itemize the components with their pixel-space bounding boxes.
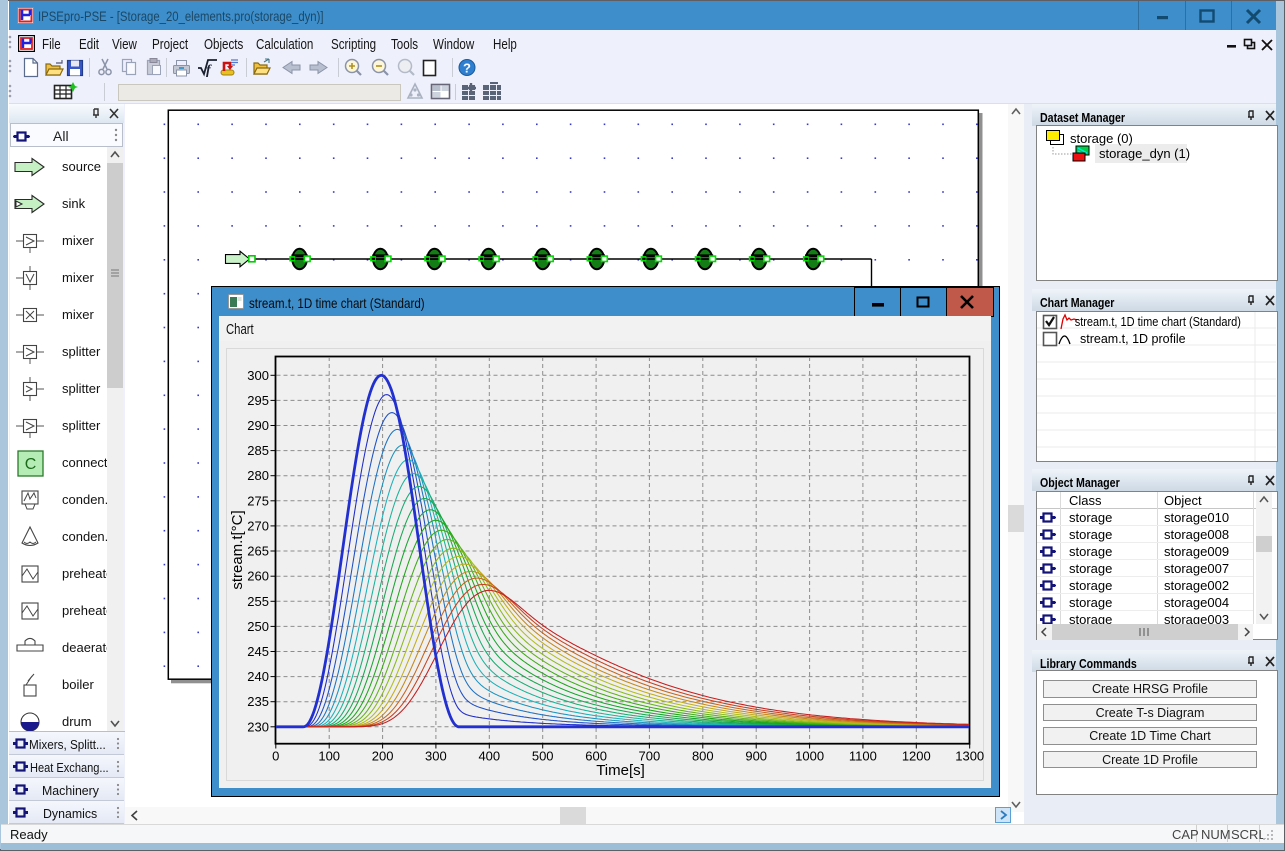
svg-text:245: 245 xyxy=(247,644,269,659)
svg-text:1300: 1300 xyxy=(955,749,984,764)
svg-text:285: 285 xyxy=(247,443,269,458)
svg-text:stream.t, 1D profile: stream.t, 1D profile xyxy=(1080,332,1186,346)
svg-text:storage_dyn (1): storage_dyn (1) xyxy=(1099,146,1190,161)
svg-text:200: 200 xyxy=(372,749,394,764)
svg-text:0: 0 xyxy=(272,749,279,764)
svg-text:300: 300 xyxy=(425,749,447,764)
svg-text:230: 230 xyxy=(247,719,269,734)
svg-text:235: 235 xyxy=(247,694,269,709)
svg-text:900: 900 xyxy=(745,749,767,764)
svg-text:500: 500 xyxy=(532,749,554,764)
svg-text:300: 300 xyxy=(247,368,269,383)
svg-text:270: 270 xyxy=(247,518,269,533)
svg-text:260: 260 xyxy=(247,569,269,584)
svg-text:295: 295 xyxy=(247,393,269,408)
svg-text:400: 400 xyxy=(478,749,500,764)
svg-text:?: ? xyxy=(463,61,471,76)
svg-text:275: 275 xyxy=(247,493,269,508)
svg-text:100: 100 xyxy=(318,749,340,764)
svg-text:f: f xyxy=(206,63,212,78)
svg-text:1000: 1000 xyxy=(795,749,824,764)
svg-text:1100: 1100 xyxy=(849,749,877,764)
svg-text:240: 240 xyxy=(247,669,269,684)
svg-text:1200: 1200 xyxy=(902,749,931,764)
svg-text:storage (0): storage (0) xyxy=(1070,131,1133,146)
svg-text:280: 280 xyxy=(247,468,269,483)
svg-text:250: 250 xyxy=(247,619,269,634)
svg-text:stream.t[°C]: stream.t[°C] xyxy=(229,510,246,589)
svg-text:800: 800 xyxy=(692,749,714,764)
svg-text:265: 265 xyxy=(247,544,269,559)
svg-text:290: 290 xyxy=(247,418,269,433)
svg-text:stream.t, 1D time chart (Stand: stream.t, 1D time chart (Standard) xyxy=(1075,315,1241,329)
svg-text:Time[s]: Time[s] xyxy=(596,762,645,779)
svg-text:255: 255 xyxy=(247,594,269,609)
